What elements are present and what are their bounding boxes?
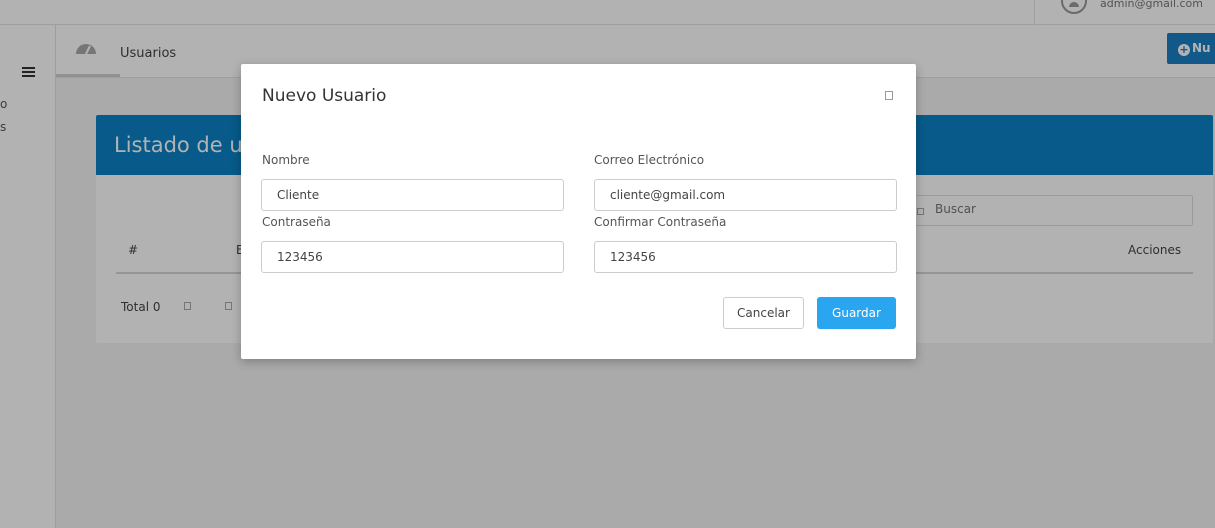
password-label: Contraseña: [262, 215, 331, 229]
confirm-password-label: Confirmar Contraseña: [594, 215, 727, 229]
email-label: Correo Electrónico: [594, 153, 705, 167]
cancel-button[interactable]: Cancelar: [723, 297, 804, 329]
confirm-password-input[interactable]: [594, 241, 897, 273]
modal-title: Nuevo Usuario: [262, 86, 387, 106]
save-button[interactable]: Guardar: [817, 297, 896, 329]
name-input[interactable]: [261, 179, 564, 211]
password-input[interactable]: [261, 241, 564, 273]
name-label: Nombre: [262, 153, 310, 167]
new-user-modal: Nuevo Usuario Nombre Correo Electrónico …: [241, 64, 916, 359]
email-input[interactable]: [594, 179, 897, 211]
close-icon[interactable]: [885, 91, 893, 100]
